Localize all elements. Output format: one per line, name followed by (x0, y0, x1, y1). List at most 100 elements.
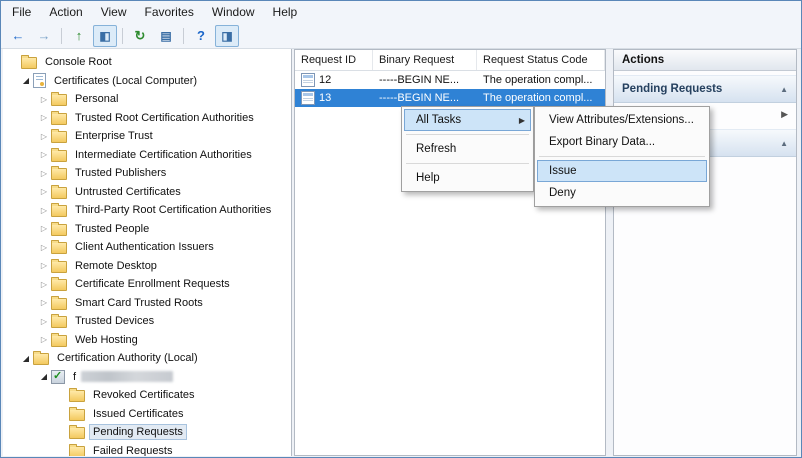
request-icon (301, 91, 315, 105)
tree-item-label: Trusted People (72, 222, 152, 236)
folder-icon (69, 409, 85, 421)
tree-item-third-party-root-certification-authorities[interactable]: Third-Party Root Certification Authoriti… (3, 201, 291, 220)
forward-icon[interactable]: → (32, 25, 56, 47)
tree-item-remote-desktop[interactable]: Remote Desktop (3, 257, 291, 276)
folder-icon (51, 187, 67, 199)
folder-icon (69, 390, 85, 402)
menu-action[interactable]: Action (40, 2, 91, 22)
redacted-ca-name (81, 371, 173, 382)
collapse-icon[interactable] (19, 75, 33, 86)
menu-window[interactable]: Window (203, 2, 264, 22)
collapse-icon[interactable] (19, 353, 33, 364)
menu-item-all-tasks[interactable]: All Tasks ▶ (404, 109, 531, 131)
back-icon[interactable]: ← (6, 25, 30, 47)
collapse-chevron-icon[interactable]: ▲ (780, 85, 788, 94)
tree-item-label: f (70, 370, 79, 384)
collapse-chevron-icon[interactable]: ▲ (780, 139, 788, 148)
table-row-selected[interactable]: 13 -----BEGIN NE... The operation compl.… (295, 89, 605, 107)
tree-item-web-hosting[interactable]: Web Hosting (3, 331, 291, 350)
certification-authority-icon (33, 353, 49, 365)
actions-section-pending-requests[interactable]: Pending Requests ▲ (614, 75, 796, 103)
tree-item-label: Issued Certificates (90, 407, 186, 421)
menu-item-help[interactable]: Help (404, 167, 531, 189)
toolbar-separator (122, 28, 123, 44)
expand-icon[interactable] (37, 334, 51, 345)
menu-item-export-binary-data[interactable]: Export Binary Data... (537, 131, 707, 153)
menu-item-deny[interactable]: Deny (537, 182, 707, 204)
expand-icon[interactable] (37, 279, 51, 290)
cell-binary-request: -----BEGIN NE... (373, 92, 477, 104)
tree-item-trusted-root-certification-authorities[interactable]: Trusted Root Certification Authorities (3, 109, 291, 128)
request-icon (301, 73, 315, 87)
show-console-tree-icon[interactable]: ◧ (93, 25, 117, 47)
tree-item-certificates-local-computer[interactable]: Certificates (Local Computer) (3, 72, 291, 91)
chevron-right-icon: ▶ (781, 109, 788, 120)
expand-icon[interactable] (37, 186, 51, 197)
menu-item-view-attributes-extensions[interactable]: View Attributes/Extensions... (537, 109, 707, 131)
tree-item-label: Client Authentication Issuers (72, 240, 217, 254)
tree-item-enterprise-trust[interactable]: Enterprise Trust (3, 127, 291, 146)
tree-item-label: Trusted Root Certification Authorities (72, 111, 257, 125)
request-id: 13 (319, 92, 331, 104)
expand-icon[interactable] (37, 242, 51, 253)
menu-help[interactable]: Help (264, 2, 307, 22)
tree-item-trusted-publishers[interactable]: Trusted Publishers (3, 164, 291, 183)
expand-icon[interactable] (37, 316, 51, 327)
column-header-request-status-code[interactable]: Request Status Code (477, 50, 605, 70)
menu-separator (539, 156, 705, 157)
folder-icon (51, 261, 67, 273)
tree-item-issued-certificates[interactable]: Issued Certificates (3, 405, 291, 424)
menu-favorites[interactable]: Favorites (136, 2, 203, 22)
menu-separator (406, 163, 529, 164)
cell-request-status: The operation compl... (477, 74, 605, 86)
column-header-binary-request[interactable]: Binary Request (373, 50, 477, 70)
expand-icon[interactable] (37, 260, 51, 271)
refresh-icon[interactable]: ↻ (128, 25, 152, 47)
expand-icon[interactable] (37, 297, 51, 308)
expand-icon[interactable] (37, 149, 51, 160)
tree-item-certification-authority-local[interactable]: Certification Authority (Local) (3, 349, 291, 368)
tree-item-certificate-enrollment-requests[interactable]: Certificate Enrollment Requests (3, 275, 291, 294)
tree-item-label: Remote Desktop (72, 259, 160, 273)
tree-item-trusted-people[interactable]: Trusted People (3, 220, 291, 239)
menu-file[interactable]: File (3, 2, 40, 22)
tree-item-personal[interactable]: Personal (3, 90, 291, 109)
expand-icon[interactable] (37, 223, 51, 234)
expand-icon[interactable] (37, 205, 51, 216)
menu-separator (406, 134, 529, 135)
expand-icon[interactable] (37, 168, 51, 179)
all-tasks-submenu: View Attributes/Extensions... Export Bin… (534, 106, 710, 207)
tree-item-console-root[interactable]: Console Root (3, 53, 291, 72)
up-one-level-icon[interactable]: ↑ (67, 25, 91, 47)
folder-icon (51, 279, 67, 291)
collapse-icon[interactable] (37, 371, 51, 382)
help-icon[interactable]: ? (189, 25, 213, 47)
list-header: Request ID Binary Request Request Status… (295, 50, 605, 71)
tree-item-trusted-devices[interactable]: Trusted Devices (3, 312, 291, 331)
table-row[interactable]: 12 -----BEGIN NE... The operation compl.… (295, 71, 605, 89)
expand-icon[interactable] (37, 112, 51, 123)
column-header-request-id[interactable]: Request ID (295, 50, 373, 70)
folder-icon (21, 57, 37, 69)
show-action-pane-icon[interactable]: ◨ (215, 25, 239, 47)
menu-item-issue[interactable]: Issue (537, 160, 707, 182)
export-list-icon[interactable]: ▤ (154, 25, 178, 47)
tree-item-smart-card-trusted-roots[interactable]: Smart Card Trusted Roots (3, 294, 291, 313)
toolbar-separator (61, 28, 62, 44)
menu-item-refresh[interactable]: Refresh (404, 138, 531, 160)
menu-item-label: Help (416, 172, 440, 184)
tree-item-intermediate-certification-authorities[interactable]: Intermediate Certification Authorities (3, 146, 291, 165)
tree-item-revoked-certificates[interactable]: Revoked Certificates (3, 386, 291, 405)
folder-icon (51, 150, 67, 162)
expand-icon[interactable] (37, 94, 51, 105)
tree-item-failed-requests[interactable]: Failed Requests (3, 442, 291, 457)
tree-item-pending-requests[interactable]: Pending Requests (3, 423, 291, 442)
context-menu: All Tasks ▶ Refresh Help (401, 106, 534, 192)
folder-icon (69, 427, 85, 439)
tree-item-client-authentication-issuers[interactable]: Client Authentication Issuers (3, 238, 291, 257)
tree-item-untrusted-certificates[interactable]: Untrusted Certificates (3, 183, 291, 202)
submenu-arrow-icon: ▶ (519, 116, 525, 125)
menu-view[interactable]: View (92, 2, 136, 22)
expand-icon[interactable] (37, 131, 51, 142)
tree-item-ca-server[interactable]: f (3, 368, 291, 387)
